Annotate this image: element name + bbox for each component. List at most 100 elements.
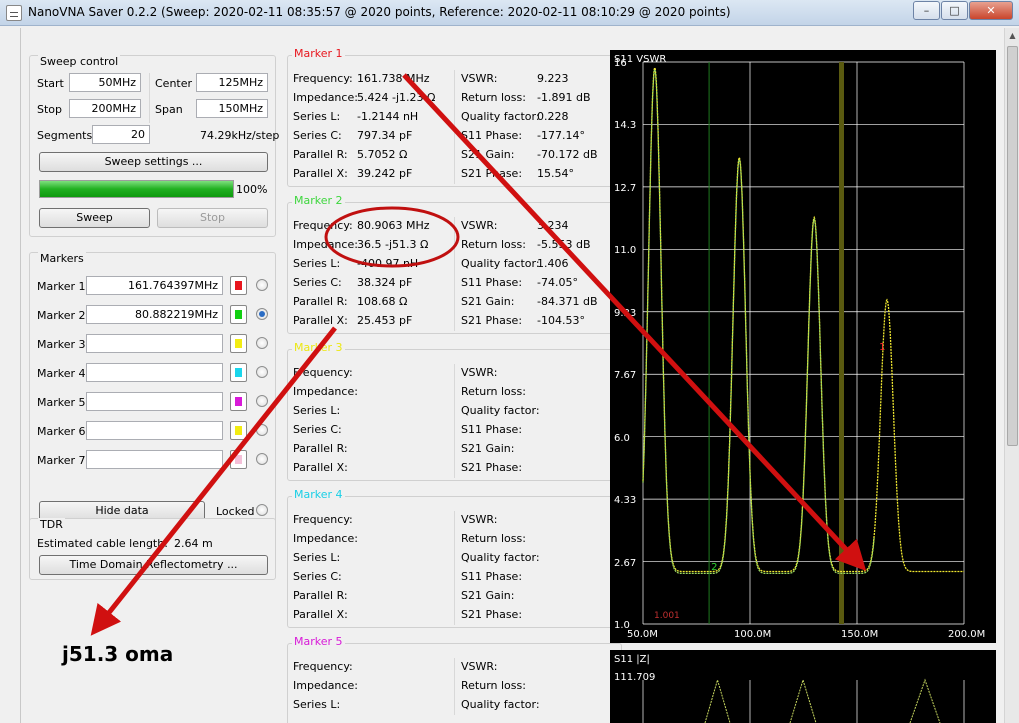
step-size-text: 74.29kHz/step <box>200 129 280 142</box>
marker-info-field-value: -1.891 dB <box>537 91 591 104</box>
marker-info-field-label: S21 Phase: <box>461 167 523 180</box>
marker-info-field-label: Series L: <box>293 404 341 417</box>
sweep-progress-text: 100% <box>236 183 268 196</box>
marker-select-radio[interactable] <box>256 453 268 465</box>
vswr-y-tick: 12.7 <box>614 182 637 194</box>
marker-info-field-value: 3.234 <box>537 219 569 232</box>
stop-button[interactable]: Stop <box>157 208 268 228</box>
scroll-up-icon[interactable]: ▲ <box>1005 28 1019 43</box>
sweep-progress-bar <box>39 180 234 198</box>
impedance-trace <box>909 678 941 723</box>
vswr-corner-note: 1.001 <box>654 611 680 621</box>
marker-color-swatch <box>235 455 242 464</box>
vswr-chart[interactable]: S11 VSWR 21 16 14.3 12.7 11.0 9.33 7.67 6.0 4.3… <box>610 50 996 643</box>
span-label: Span <box>155 103 183 116</box>
marker-color-button[interactable] <box>230 392 247 411</box>
marker-info-field-label: S11 Phase: <box>461 276 523 289</box>
marker-row-label: Marker 5 <box>37 396 86 409</box>
marker-row-label: Marker 1 <box>37 280 86 293</box>
marker-info-field-value: -177.14° <box>537 129 585 142</box>
marker-frequency-input[interactable] <box>86 363 223 382</box>
marker-info-field-label: S21 Gain: <box>461 442 515 455</box>
segments-label: Segments <box>37 129 93 142</box>
stop-input[interactable]: 200MHz <box>69 99 141 118</box>
sweep-progress-fill <box>40 181 233 197</box>
marker-select-radio[interactable] <box>256 395 268 407</box>
marker-select-radio[interactable] <box>256 308 268 320</box>
span-input[interactable]: 150MHz <box>196 99 268 118</box>
vswr-y-tick: 14.3 <box>614 120 637 132</box>
marker-select-radio[interactable] <box>256 366 268 378</box>
markers-group: Markers Marker 1 161.764397MHz Marker 2 80.… <box>29 252 276 528</box>
maximize-button[interactable]: □ <box>941 1 968 20</box>
close-button[interactable]: ✕ <box>969 1 1013 20</box>
marker-info-field-label: S11 Phase: <box>461 129 523 142</box>
marker-info-field-value: 161.738 MHz <box>357 72 430 85</box>
vswr-y-tick: 16 <box>614 58 627 69</box>
marker-color-swatch <box>235 339 242 348</box>
marker-color-button[interactable] <box>230 334 247 353</box>
marker-info-field-label: S21 Gain: <box>461 148 515 161</box>
marker-info-field-label: Impedance: <box>293 238 358 251</box>
marker-info-field-value: 9.223 <box>537 72 569 85</box>
marker-info-field-label: Series L: <box>293 110 341 123</box>
marker-info-box: Marker 5 Frequency: Impedance: Series L: VSW… <box>287 635 622 723</box>
vertical-scrollbar[interactable]: ▲ <box>1004 28 1019 723</box>
marker-select-radio[interactable] <box>256 337 268 349</box>
marker-info-field-label: Series C: <box>293 423 342 436</box>
marker-color-button[interactable] <box>230 363 247 382</box>
locked-checkbox[interactable] <box>256 504 268 516</box>
marker-info-field-value: 1.406 <box>537 257 569 270</box>
marker-info-field-label: Frequency: <box>293 513 353 526</box>
vswr-x-tick: 100.0M <box>734 629 772 640</box>
vswr-y-tick: 2.67 <box>614 557 637 569</box>
marker-info-field-value: 25.453 pF <box>357 314 413 327</box>
tdr-button[interactable]: Time Domain Reflectometry ... <box>39 555 268 575</box>
center-input[interactable]: 125MHz <box>196 73 268 92</box>
marker-info-field-label: S21 Phase: <box>461 608 523 621</box>
marker-frequency-input[interactable] <box>86 450 223 469</box>
marker-color-button[interactable] <box>230 305 247 324</box>
start-label: Start <box>37 77 64 90</box>
impedance-chart[interactable]: S11 |Z| 111.709 <box>610 650 996 723</box>
sweep-settings-button[interactable]: Sweep settings ... <box>39 152 268 172</box>
sweep-button[interactable]: Sweep <box>39 208 150 228</box>
marker-select-radio[interactable] <box>256 279 268 291</box>
marker-row-label: Marker 7 <box>37 454 86 467</box>
marker-info-field-value: -104.53° <box>537 314 585 327</box>
marker-frequency-input[interactable] <box>86 392 223 411</box>
start-input[interactable]: 50MHz <box>69 73 141 92</box>
marker-color-button[interactable] <box>230 421 247 440</box>
marker-color-button[interactable] <box>230 276 247 295</box>
marker-frequency-input[interactable] <box>86 334 223 353</box>
stop-label: Stop <box>37 103 63 116</box>
marker-info-field-label: Parallel X: <box>293 314 348 327</box>
marker-info-field-label: Parallel X: <box>293 608 348 621</box>
marker-frequency-input[interactable]: 80.882219MHz <box>86 305 223 324</box>
marker-info-field-label: Frequency: <box>293 72 353 85</box>
sweep-control-group: Sweep control Start 50MHz Center 125MHz … <box>29 55 280 237</box>
marker-info-title: Marker 5 <box>292 635 345 648</box>
marker-color-button[interactable] <box>230 450 247 469</box>
marker-info-field-value: 39.242 pF <box>357 167 413 180</box>
marker-info-field-label: Parallel X: <box>293 167 348 180</box>
vswr-y-tick: 4.33 <box>614 495 637 507</box>
marker-select-radio[interactable] <box>256 424 268 436</box>
segments-input[interactable]: 20 <box>92 125 150 144</box>
marker-info-field-label: S11 Phase: <box>461 570 523 583</box>
marker-frequency-input[interactable] <box>86 421 223 440</box>
scrollbar-thumb[interactable] <box>1007 46 1018 446</box>
marker-color-swatch <box>235 310 242 319</box>
marker-info-field-label: Frequency: <box>293 219 353 232</box>
marker-info-field-label: Impedance: <box>293 385 358 398</box>
marker-info-field-value: -400.97 nH <box>357 257 419 270</box>
marker-info-field-label: Quality factor: <box>461 110 540 123</box>
marker-row-label: Marker 6 <box>37 425 86 438</box>
vswr-y-tick: 6.0 <box>614 432 630 444</box>
marker-info-field-value: 797.34 pF <box>357 129 413 142</box>
marker-info-field-label: Frequency: <box>293 366 353 379</box>
marker-info-field-label: Parallel R: <box>293 442 348 455</box>
minimize-button[interactable]: – <box>913 1 940 20</box>
impedance-plot <box>642 678 965 723</box>
marker-frequency-input[interactable]: 161.764397MHz <box>86 276 223 295</box>
